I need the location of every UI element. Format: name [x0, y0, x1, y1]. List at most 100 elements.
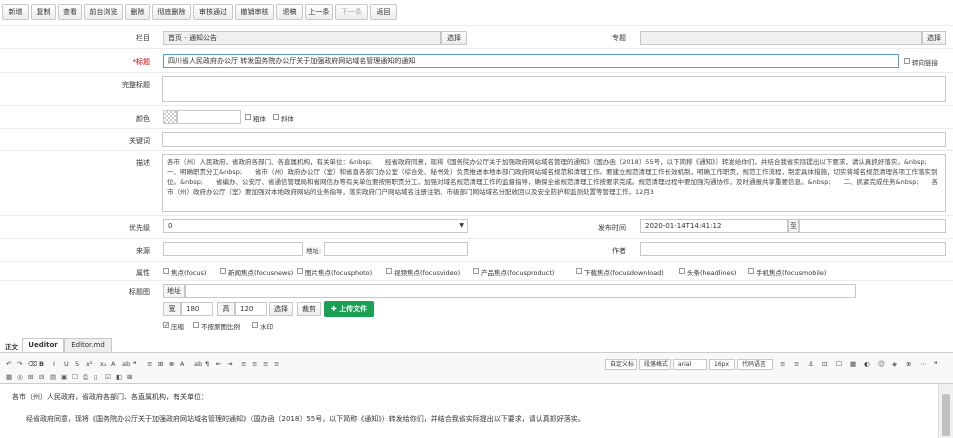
- editor-tool-17-icon[interactable]: ¶: [205, 360, 209, 368]
- toolbar-button-10[interactable]: 下一条: [335, 4, 368, 20]
- editor-tool2-0-icon[interactable]: ▦: [6, 373, 12, 381]
- attr-checkbox-0[interactable]: [163, 268, 169, 274]
- editor-tool-right-11-icon[interactable]: ❝: [934, 360, 938, 368]
- toolbar-button-3[interactable]: 前台浏览: [84, 4, 123, 20]
- editor-tool-15-icon[interactable]: A: [180, 360, 184, 368]
- font-size-dropdown[interactable]: 16px: [709, 359, 735, 370]
- editor-tool2-6-icon[interactable]: ☐: [72, 373, 78, 381]
- keywords-input[interactable]: [162, 132, 946, 147]
- custom-style-dropdown[interactable]: 自定义标: [605, 359, 637, 370]
- editor-tool-20-icon[interactable]: ≡: [241, 360, 246, 368]
- editor-tool-3-icon[interactable]: B: [39, 360, 44, 368]
- editor-tool-14-icon[interactable]: ≣: [169, 360, 174, 368]
- editor-tool-right-4-icon[interactable]: ☐: [836, 360, 842, 368]
- editor-tool-right-6-icon[interactable]: ◐: [864, 360, 870, 368]
- editor-tool-21-icon[interactable]: ≡: [252, 360, 257, 368]
- priority-select[interactable]: 0 ▼: [163, 219, 468, 233]
- publish-time-end[interactable]: [799, 219, 946, 233]
- editor-tool-6-icon[interactable]: S: [75, 360, 79, 368]
- attr-checkbox-6[interactable]: [679, 268, 685, 274]
- upload-button[interactable]: ✚ 上传文件: [324, 301, 374, 317]
- bold-checkbox[interactable]: [245, 114, 251, 120]
- editor-tool-right-1-icon[interactable]: ≡: [794, 360, 799, 368]
- editor-tool-right-9-icon[interactable]: ⊕: [906, 360, 911, 368]
- editor-tool-2-icon[interactable]: ⌫: [28, 360, 37, 368]
- editor-content[interactable]: 各市（州）人民政府，省政府各部门、各直属机构，有关单位： 经省政府同意，现将《国…: [0, 384, 938, 438]
- attr-checkbox-1[interactable]: [220, 268, 226, 274]
- font-family-dropdown[interactable]: arial: [673, 359, 707, 370]
- editor-tool-16-icon[interactable]: ab: [194, 360, 202, 368]
- editor-tool-22-icon[interactable]: ≡: [263, 360, 268, 368]
- toolbar-button-8[interactable]: 退稿: [276, 4, 303, 20]
- editor-tool-8-icon[interactable]: x₂: [100, 360, 106, 368]
- editor-tool2-11-icon[interactable]: ⊠: [127, 373, 132, 381]
- editor-tool-0-icon[interactable]: ↶: [6, 360, 11, 368]
- column-select-button[interactable]: 选择: [441, 31, 467, 45]
- toolbar-button-2[interactable]: 查看: [58, 4, 82, 20]
- watermark-checkbox[interactable]: [252, 322, 258, 328]
- redirect-checkbox[interactable]: [904, 58, 910, 64]
- toolbar-button-0[interactable]: 新增: [2, 4, 29, 20]
- editor-tool-7-icon[interactable]: x²: [86, 360, 92, 368]
- crop-button[interactable]: 裁剪: [297, 302, 321, 316]
- editor-tool-9-icon[interactable]: A: [111, 360, 115, 368]
- editor-tool2-8-icon[interactable]: ▯: [94, 373, 98, 381]
- description-textarea[interactable]: 各市（州）人民政府，省政府各部门、各直属机构，有关单位：&nbsp; 经省政府同…: [162, 154, 946, 212]
- toolbar-button-9[interactable]: 上一条: [305, 4, 333, 20]
- editor-tool-right-8-icon[interactable]: ◈: [892, 360, 897, 368]
- scrollbar-thumb[interactable]: [942, 394, 950, 436]
- thumb-address-input[interactable]: [185, 284, 856, 298]
- toolbar-button-1[interactable]: 复制: [31, 4, 56, 20]
- editor-tool2-2-icon[interactable]: ⊞: [28, 373, 33, 381]
- paragraph-format-dropdown[interactable]: 段落格式: [639, 359, 671, 370]
- editor-tool2-10-icon[interactable]: ◧: [116, 373, 122, 381]
- editor-tool2-3-icon[interactable]: ⊟: [39, 373, 44, 381]
- editor-tool-right-3-icon[interactable]: ⊡: [822, 360, 827, 368]
- topic-field[interactable]: [640, 31, 922, 45]
- author-input[interactable]: [640, 242, 946, 256]
- publish-time-start[interactable]: 2020-01-14T14:41:12: [640, 219, 788, 233]
- toolbar-button-5[interactable]: 彻底删除: [152, 4, 191, 20]
- editor-tool-right-7-icon[interactable]: ☺: [878, 360, 885, 368]
- editor-tool2-1-icon[interactable]: ◎: [17, 373, 23, 381]
- editor-tool2-5-icon[interactable]: ▣: [61, 373, 67, 381]
- editor-tool2-7-icon[interactable]: ⎙: [83, 373, 88, 382]
- source-input[interactable]: [163, 242, 303, 256]
- editor-tool-10-icon[interactable]: ab: [122, 360, 130, 368]
- topic-select-button[interactable]: 选择: [922, 31, 946, 45]
- editor-tool-18-icon[interactable]: ⇤: [216, 360, 221, 368]
- color-picker[interactable]: [163, 110, 177, 124]
- editor-tool-5-icon[interactable]: U: [64, 360, 69, 368]
- color-input[interactable]: [177, 110, 241, 124]
- column-field[interactable]: 首页 - 通知公告: [163, 31, 441, 45]
- toolbar-button-4[interactable]: 删除: [125, 4, 150, 20]
- attr-checkbox-2[interactable]: [297, 268, 303, 274]
- editor-tool-11-icon[interactable]: ❝: [133, 360, 137, 368]
- width-input[interactable]: 180: [181, 302, 213, 316]
- toolbar-button-6[interactable]: 审核通过: [193, 4, 233, 20]
- attr-checkbox-4[interactable]: [473, 268, 479, 274]
- tab-ueditor[interactable]: Ueditor: [22, 338, 64, 352]
- keep-ratio-checkbox[interactable]: [193, 322, 199, 328]
- tab-editor-md[interactable]: Editor.md: [64, 338, 112, 352]
- editor-tool-right-5-icon[interactable]: ▦: [850, 360, 856, 368]
- editor-tool-right-0-icon[interactable]: ≡: [780, 360, 785, 368]
- compress-checkbox[interactable]: ✓: [163, 322, 169, 329]
- editor-scrollbar[interactable]: [938, 384, 953, 438]
- toolbar-button-11[interactable]: 返回: [370, 4, 397, 20]
- attr-checkbox-3[interactable]: [386, 268, 392, 274]
- toolbar-button-7[interactable]: 撤销审核: [235, 4, 274, 20]
- attr-checkbox-7[interactable]: [748, 268, 754, 274]
- editor-tool2-4-icon[interactable]: ▤: [50, 373, 56, 381]
- editor-tool-19-icon[interactable]: ⇥: [227, 360, 232, 368]
- title-input[interactable]: 四川省人民政府办公厅 转发国务院办公厅关于加强政府网站域名管理通知的通知: [163, 54, 899, 68]
- full-title-input[interactable]: [162, 76, 946, 102]
- editor-tool-12-icon[interactable]: ≡: [147, 360, 152, 368]
- source-address-input[interactable]: [324, 242, 468, 256]
- thumb-select-button[interactable]: 选择: [269, 302, 293, 316]
- editor-tool-13-icon[interactable]: ⊞: [158, 360, 163, 368]
- attr-checkbox-5[interactable]: [576, 268, 582, 274]
- editor-tool-right-2-icon[interactable]: ⚓: [808, 360, 814, 368]
- height-input[interactable]: 120: [235, 302, 267, 316]
- code-language-dropdown[interactable]: 代码语言: [737, 359, 773, 370]
